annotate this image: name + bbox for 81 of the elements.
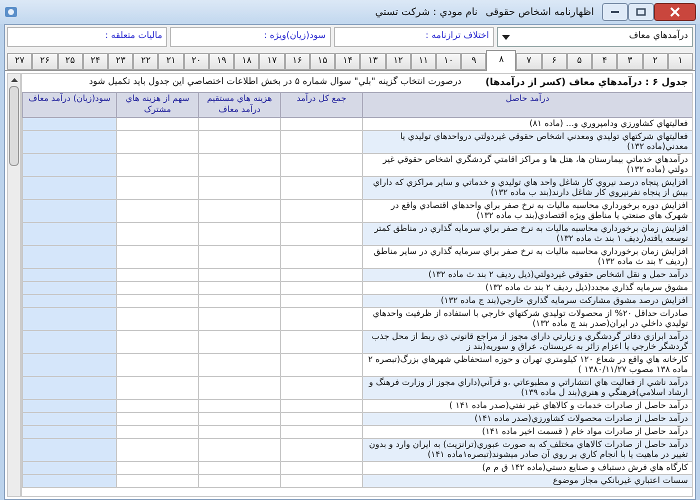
input-cell[interactable]: [22, 377, 116, 400]
dropdown-caret-icon: [502, 34, 510, 40]
page-tab[interactable]: ۲۲: [133, 53, 158, 70]
input-cell[interactable]: [22, 295, 116, 308]
column-header: درآمد حاصل: [362, 93, 692, 118]
table-note: درصورت انتخاب گزينه "بلي" سوال شماره ۵ در بخش اطلاعات اختصاصي اين جدول بايد تکميل شود: [88, 76, 462, 90]
page-tab[interactable]: ۱۲: [386, 53, 411, 70]
minimize-icon: [610, 10, 620, 14]
input-cell[interactable]: [22, 223, 116, 246]
close-icon: [670, 7, 680, 17]
input-cell[interactable]: [22, 118, 116, 130]
row-label: فعاليتهاي شرکتهاي توليدي ومعدني اشخاص حقوقي غيردولتي درواحدهاي توليدي يا معدني(ماده ۱۳۲): [362, 131, 692, 154]
input-cell[interactable]: [22, 354, 116, 376]
minimize-button[interactable]: [602, 3, 628, 21]
summary-field: اختلاف ترازنامه :: [334, 27, 494, 47]
close-button[interactable]: [654, 3, 696, 21]
page-tab[interactable]: ۱۷: [259, 53, 285, 70]
page-tab[interactable]: ۶: [542, 53, 567, 70]
page-tab[interactable]: ۱۹: [208, 53, 234, 70]
column-header: هزينه هاي مستقيم درآمد معاف: [198, 93, 280, 118]
page-tab[interactable]: ۱۶: [284, 53, 310, 70]
page-tab[interactable]: ۱۴: [335, 53, 360, 70]
page-tab[interactable]: ۲۰: [184, 53, 209, 70]
page-tab[interactable]: ۷: [516, 53, 542, 70]
row-label: افزايش درصد مشوق مشارکت سرمايه گذاري خارجي(بند ج ماده ۱۳۲): [362, 295, 692, 308]
input-cell[interactable]: [22, 269, 116, 282]
page-tab[interactable]: ۱۰: [436, 53, 462, 70]
input-cell[interactable]: [22, 177, 116, 200]
column-header: سهم از هزينه هاي مشترک: [116, 93, 198, 118]
column-header: جمع کل درآمد: [280, 93, 362, 118]
maximize-icon: [636, 8, 646, 16]
page-tab[interactable]: ۱۳: [360, 53, 386, 70]
row-label: سسات اعتباري غيربانکي مجاز موضوع: [362, 475, 692, 488]
scroll-thumb[interactable]: [9, 86, 19, 166]
page-tab[interactable]: ۲۶: [32, 53, 58, 70]
row-label: درآمد حاصل از صادرات محصولات کشاورزي(صدر ماده ۱۴۱): [362, 413, 692, 426]
category-dropdown[interactable]: درآمدهاي معاف: [497, 27, 693, 47]
input-cell[interactable]: [22, 282, 116, 294]
page-tab[interactable]: ۲۴: [82, 53, 108, 70]
row-label: درآمد ناشي از فعاليت هاي انتشاراتي و مطبوعاتي ،و قرآني(داراي مجوز از وزارت فرهنگ و ارشاد اسلامي)فرهنگي و هنري(بند ل ماده ۱۳۹): [362, 377, 692, 400]
input-cell[interactable]: [22, 475, 116, 488]
page-tab[interactable]: ۱۵: [310, 53, 336, 70]
page-tab[interactable]: ۲۱: [158, 53, 184, 70]
input-cell[interactable]: [22, 426, 116, 438]
page-tab[interactable]: ۱: [668, 53, 693, 70]
row-label: درآمد حمل و نقل اشخاص حقوقي غيردولتي(ذيل رديف ۲ بند ث ماده ۱۳۲): [362, 269, 692, 282]
table-title: جدول ۶ : درآمدهاي معاف (کسر از درآمدها): [485, 76, 688, 90]
input-cell[interactable]: [22, 413, 116, 426]
scroll-up-icon: [10, 78, 18, 82]
page-tab[interactable]: ۱۸: [234, 53, 260, 70]
page-tab[interactable]: ۳: [617, 53, 643, 70]
page-tab[interactable]: ۵: [566, 53, 592, 70]
row-label: درآمد حاصل از صادرات کالاهاي مختلف که به صورت عبوري(ترانزيت) به ايران وارد و بدون تغيير در ماهيت يا با انجام کاري بر روي آن صادر ميشوند(تبصره۱ماده ۱۴۱): [362, 439, 692, 462]
input-cell[interactable]: [22, 200, 116, 222]
page-tab[interactable]: ۴: [592, 53, 618, 70]
input-cell[interactable]: [22, 131, 116, 154]
column-header: سود(زيان) درآمد معاف: [22, 93, 116, 118]
page-tab[interactable]: ۲۷: [7, 53, 32, 70]
scrollbar[interactable]: [7, 73, 21, 497]
maximize-button[interactable]: [628, 3, 654, 21]
input-cell[interactable]: [22, 462, 116, 474]
row-label: افزايش زمان برخورداري محاسبه ماليات به نرخ صفر براي سرمايه گذاري در مناطق کمتر توسعه يافته(رديف ۱ بند ث ماده ۱۳۲): [362, 223, 692, 246]
input-cell[interactable]: [22, 154, 116, 176]
summary-field: ماليات متعلقه :: [7, 27, 168, 47]
taxpayer-name: نام مودي : شرکت تستي: [375, 6, 478, 20]
row-label: درآمد ابرازي دفاتر گردشگري و زيارتي داراي مجوز از مراجع قانوني ذي ربط از محل جذب گردشگر خارجي يا اعزام زائر به عربستان، عراق و سوريه(بند ز: [362, 331, 692, 354]
input-cell[interactable]: [22, 439, 116, 462]
page-tab[interactable]: ۲: [642, 53, 668, 70]
row-label: افزايش پنجاه درصد نيروي کار شاغل واحد هاي توليدي و خدماتي و ساير مراکزي که داراي بيش از پنجاه نفرنيروي کار شاغل دارند(بند ب ماده ۱۳۲): [362, 177, 692, 200]
input-cell[interactable]: [22, 308, 116, 330]
page-tab[interactable]: ۱۱: [410, 53, 436, 70]
summary-field: سود(زيان)ويژه :: [170, 27, 331, 47]
window-title: اظهارنامه اشخاص حقوقی: [486, 6, 594, 20]
page-tab[interactable]: ۲۵: [58, 53, 83, 70]
app-icon: [4, 5, 18, 19]
input-cell[interactable]: [22, 331, 116, 354]
page-tab[interactable]: ۸: [486, 50, 516, 71]
page-tab[interactable]: ۹: [461, 53, 486, 70]
input-cell[interactable]: [22, 246, 116, 268]
input-cell[interactable]: [22, 400, 116, 412]
page-tab[interactable]: ۲۳: [108, 53, 134, 70]
